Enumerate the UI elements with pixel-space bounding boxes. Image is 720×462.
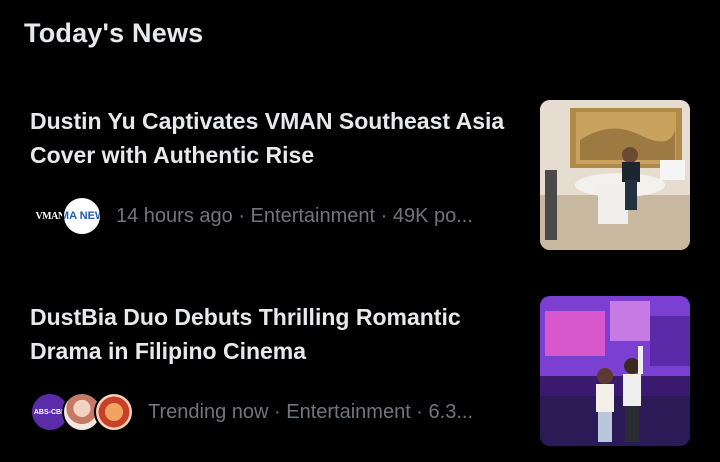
thumbnail-graphic xyxy=(540,100,690,250)
user-avatar xyxy=(94,392,134,432)
news-item[interactable]: Dustin Yu Captivates VMAN Southeast Asia… xyxy=(0,96,720,266)
news-time: 14 hours ago xyxy=(116,204,233,227)
meta-separator: · xyxy=(375,204,393,227)
meta-separator: · xyxy=(268,400,287,423)
news-item[interactable]: DustBia Duo Debuts Thrilling Romantic Dr… xyxy=(0,292,720,462)
news-post-count: 49K po... xyxy=(392,204,473,227)
news-meta: ABS-CBN Trending now · Entertainment · 6… xyxy=(30,392,473,432)
source-avatars: VMAN GMA NEWS xyxy=(30,196,102,236)
news-meta: VMAN GMA NEWS 14 hours ago · Entertainme… xyxy=(30,196,473,236)
office-portrait-image[interactable] xyxy=(540,100,690,250)
section-title: Today's News xyxy=(24,18,204,48)
meta-separator: · xyxy=(232,204,251,227)
news-category: Entertainment xyxy=(286,400,411,423)
gma-news-logo-avatar: GMA NEWS xyxy=(62,196,102,236)
meta-separator: · xyxy=(410,400,429,423)
stage-duo-image[interactable] xyxy=(540,296,690,446)
news-post-count: 6.3... xyxy=(428,400,474,423)
news-category: Entertainment xyxy=(250,204,376,227)
news-headline[interactable]: DustBia Duo Debuts Thrilling Romantic Dr… xyxy=(30,300,520,368)
source-avatars: ABS-CBN xyxy=(30,392,134,432)
gma-news-logo-text: GMA NEWS xyxy=(64,210,100,222)
news-headline[interactable]: Dustin Yu Captivates VMAN Southeast Asia… xyxy=(30,104,520,172)
news-time: Trending now xyxy=(148,400,269,423)
thumbnail-graphic xyxy=(540,296,690,446)
